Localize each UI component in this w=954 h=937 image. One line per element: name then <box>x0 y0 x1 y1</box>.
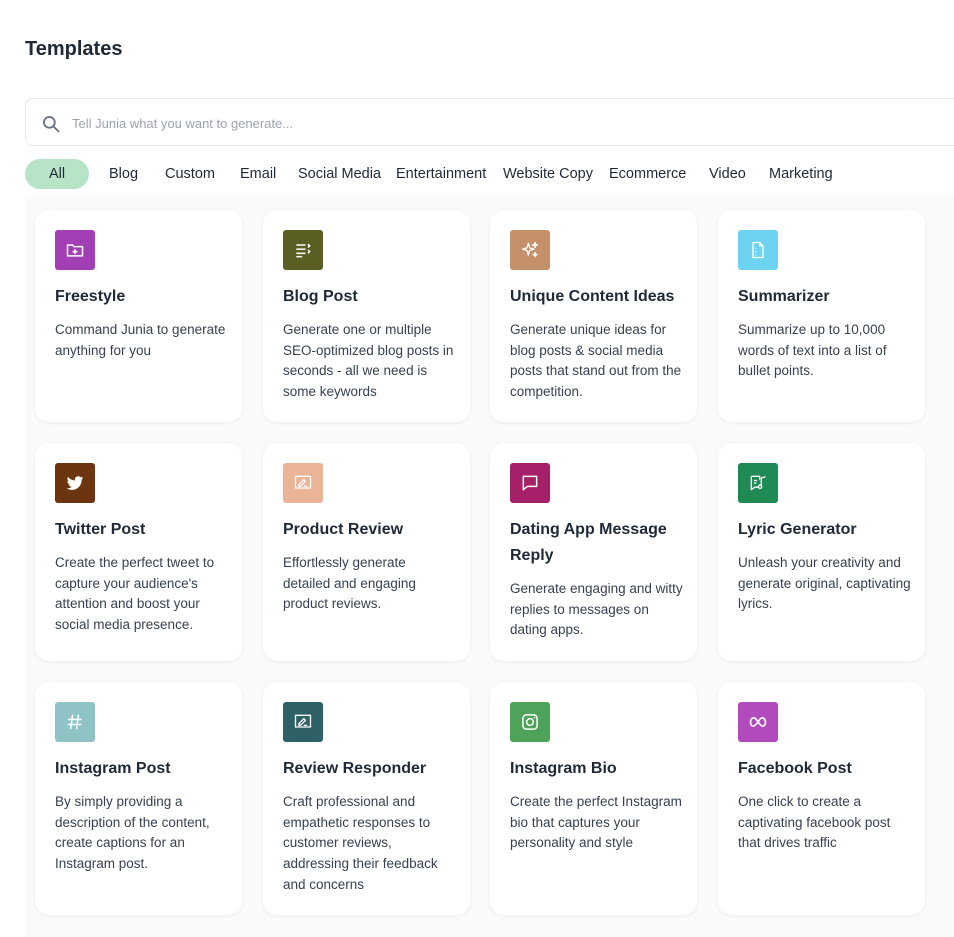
message-icon <box>522 475 538 491</box>
twitter-icon <box>66 476 84 490</box>
review-reply-icon <box>294 714 312 728</box>
tab-social-media[interactable]: Social Media <box>298 159 381 189</box>
card-icon-bg <box>283 230 323 270</box>
card-description: Command Junia to generate anything for y… <box>55 322 226 358</box>
card-icon-bg <box>55 702 95 742</box>
list-icon <box>296 243 311 258</box>
card-title: Blog Post <box>283 288 358 305</box>
card-description: One click to create a captivating facebo… <box>738 794 891 851</box>
card-icon-bg <box>738 702 778 742</box>
tab-marketing[interactable]: Marketing <box>769 159 833 189</box>
page-title: Templates <box>25 38 123 60</box>
template-card-instagram-bio[interactable]: Instagram Bio Create the perfect Instagr… <box>490 682 697 915</box>
card-icon-bg <box>55 463 95 503</box>
template-card-freestyle[interactable]: Freestyle Command Junia to generate anyt… <box>35 210 242 422</box>
template-card-instagram-post[interactable]: Instagram Post By simply providing a des… <box>35 682 242 915</box>
template-card-summarizer[interactable]: Summarizer Summarize up to 10,000 words … <box>718 210 925 422</box>
card-title: Product Review <box>283 521 404 538</box>
card-title: Dating App Message Reply <box>510 521 667 564</box>
card-title: Twitter Post <box>55 521 146 538</box>
card-description: By simply providing a description of the… <box>55 794 210 872</box>
instagram-icon <box>522 714 538 730</box>
card-description: Effortlessly generate detailed and engag… <box>283 555 416 612</box>
tab-all[interactable]: All <box>25 159 89 189</box>
template-card-review-responder[interactable]: Review Responder Craft professional and … <box>263 682 470 915</box>
card-description: Generate engaging and witty replies to m… <box>510 581 683 638</box>
card-description: Create the perfect Instagram bio that ca… <box>510 794 682 851</box>
card-title: Review Responder <box>283 760 427 777</box>
tab-entertainment[interactable]: Entertainment <box>396 159 486 189</box>
meta-icon <box>749 717 767 727</box>
card-title: Freestyle <box>55 288 126 305</box>
card-title: Facebook Post <box>738 760 852 777</box>
template-card-unique-content-ideas[interactable]: Unique Content Ideas Generate unique ide… <box>490 210 697 422</box>
card-icon-bg <box>510 230 550 270</box>
card-title: Instagram Post <box>55 760 171 777</box>
tab-custom[interactable]: Custom <box>165 159 215 189</box>
document-icon <box>752 241 764 259</box>
folder-plus-icon <box>66 244 84 257</box>
tab-ecommerce[interactable]: Ecommerce <box>609 159 686 189</box>
sparkles-icon <box>521 241 539 258</box>
card-icon-bg <box>283 463 323 503</box>
card-icon-bg <box>738 463 778 503</box>
card-icon-bg <box>55 230 95 270</box>
review-icon <box>294 475 312 489</box>
template-card-dating-app-message-reply[interactable]: Dating App Message Reply Generate engagi… <box>490 443 697 661</box>
search-input[interactable] <box>70 99 774 147</box>
template-card-product-review[interactable]: Product Review Effortlessly generate det… <box>263 443 470 661</box>
card-icon-bg <box>738 230 778 270</box>
card-description: Summarize up to 10,000 words of text int… <box>738 322 887 379</box>
card-title: Summarizer <box>738 288 830 305</box>
tab-blog[interactable]: Blog <box>109 159 138 189</box>
search-icon <box>43 116 60 133</box>
card-icon-bg <box>510 702 550 742</box>
tab-website-copy[interactable]: Website Copy <box>503 159 593 189</box>
search-bar[interactable] <box>25 98 954 147</box>
card-icon-bg <box>283 702 323 742</box>
template-card-twitter-post[interactable]: Twitter Post Create the perfect tweet to… <box>35 443 242 661</box>
card-description: Create the perfect tweet to capture your… <box>55 555 215 633</box>
template-card-facebook-post[interactable]: Facebook Post One click to create a capt… <box>718 682 925 915</box>
card-title: Lyric Generator <box>738 521 857 538</box>
card-description: Unleash your creativity and generate ori… <box>738 555 911 612</box>
template-card-blog-post[interactable]: Blog Post Generate one or multiple SEO-o… <box>263 210 470 422</box>
tab-video[interactable]: Video <box>709 159 746 189</box>
card-description: Generate unique ideas for blog posts & s… <box>510 322 682 400</box>
hashtag-icon <box>67 714 82 730</box>
card-title: Instagram Bio <box>510 760 617 777</box>
card-title: Unique Content Ideas <box>510 288 675 305</box>
card-description: Craft professional and empathetic respon… <box>283 794 438 892</box>
tab-email[interactable]: Email <box>240 159 276 189</box>
card-description: Generate one or multiple SEO-optimized b… <box>283 322 454 400</box>
card-icon-bg <box>510 463 550 503</box>
music-note-icon <box>750 475 766 491</box>
template-card-lyric-generator[interactable]: Lyric Generator Unleash your creativity … <box>718 443 925 661</box>
